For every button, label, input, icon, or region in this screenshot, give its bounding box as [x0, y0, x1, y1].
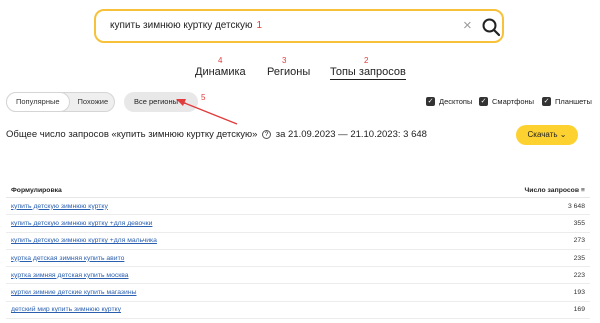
- annotation-marker-4: 4: [218, 56, 223, 65]
- query-link[interactable]: куртка детская зимняя купить авито: [11, 255, 124, 262]
- table-row: купить детскую зимнюю куртку +для мальчи…: [6, 233, 590, 250]
- checkbox-tablet[interactable]: ✓ Планшеты: [542, 97, 592, 106]
- annotation-marker-2: 2: [364, 56, 369, 65]
- query-count: 169: [573, 306, 585, 314]
- queries-table: Формулировка Число запросов ≡ купить детс…: [6, 184, 590, 320]
- column-header-count[interactable]: Число запросов ≡: [525, 187, 585, 194]
- checkbox-icon: ✓: [426, 97, 435, 106]
- annotation-arrow: [176, 99, 238, 125]
- table-row: куртки зимние детские купить магазины 193: [6, 284, 590, 302]
- search-icon[interactable]: [481, 17, 501, 37]
- query-link[interactable]: куртки зимние детские купить магазины: [11, 289, 136, 296]
- checkbox-desktop[interactable]: ✓ Десктопы: [426, 97, 472, 106]
- tab-top-queries[interactable]: Топы запросов: [330, 66, 406, 80]
- query-link[interactable]: куртка зимняя детская купить москва: [11, 272, 129, 279]
- download-button[interactable]: Скачать ⌄: [516, 125, 578, 145]
- chevron-down-icon: ⌄: [559, 130, 567, 139]
- query-count: 223: [573, 271, 585, 279]
- table-row: детский мир купить зимнюю куртку 169: [6, 302, 590, 320]
- column-header-count-label: Число запросов: [524, 187, 580, 194]
- table-header: Формулировка Число запросов ≡: [6, 184, 590, 198]
- query-type-toggle: Популярные Похожие: [6, 92, 115, 112]
- tab-dynamics[interactable]: Динамика: [195, 66, 246, 78]
- query-count: 3 648: [567, 202, 585, 210]
- column-header-phrase: Формулировка: [11, 187, 62, 194]
- annotation-marker-1: 1: [256, 20, 263, 31]
- clear-icon[interactable]: ×: [463, 17, 472, 35]
- sort-icon: ≡: [581, 187, 585, 194]
- summary-suffix: за 21.09.2023 — 21.10.2023: 3 648: [275, 129, 427, 140]
- search-box[interactable]: купить зимнюю куртку детскую 1 ×: [94, 9, 504, 43]
- summary-prefix: Общее число запросов «купить зимнюю курт…: [6, 129, 258, 140]
- search-input[interactable]: купить зимнюю куртку детскую 1: [110, 20, 262, 31]
- query-link[interactable]: детский мир купить зимнюю куртку: [11, 306, 121, 313]
- device-label: Смартфоны: [492, 97, 535, 106]
- query-link[interactable]: купить детскую зимнюю куртку +для мальчи…: [11, 237, 157, 244]
- table-row: купить детскую зимнюю куртку +для девочк…: [6, 215, 590, 233]
- query-count: 355: [573, 219, 585, 227]
- table-row: куртка зимняя детская купить москва 223: [6, 267, 590, 285]
- checkbox-icon: ✓: [542, 97, 551, 106]
- checkbox-icon: ✓: [479, 97, 488, 106]
- table-row: купить детскую зимнюю куртку 3 648: [6, 198, 590, 216]
- download-label: Скачать: [527, 130, 558, 139]
- popular-option[interactable]: Популярные: [7, 93, 69, 111]
- checkbox-smartphone[interactable]: ✓ Смартфоны: [479, 97, 534, 106]
- query-count: 235: [573, 254, 585, 262]
- query-count: 193: [573, 289, 585, 297]
- device-label: Десктопы: [439, 97, 473, 106]
- similar-option[interactable]: Похожие: [69, 93, 118, 111]
- annotation-marker-3: 3: [282, 56, 287, 65]
- table-row: куртка детская зимняя купить авито 235: [6, 250, 590, 268]
- query-link[interactable]: купить детскую зимнюю куртку: [11, 203, 108, 210]
- query-count: 273: [573, 237, 585, 245]
- query-link[interactable]: купить детскую зимнюю куртку +для девочк…: [11, 220, 152, 227]
- help-icon[interactable]: ?: [262, 130, 272, 139]
- search-query: купить зимнюю куртку детскую: [110, 20, 253, 31]
- total-queries-summary: Общее число запросов «купить зимнюю курт…: [6, 129, 427, 140]
- tab-regions[interactable]: Регионы: [267, 66, 310, 78]
- device-label: Планшеты: [555, 97, 592, 106]
